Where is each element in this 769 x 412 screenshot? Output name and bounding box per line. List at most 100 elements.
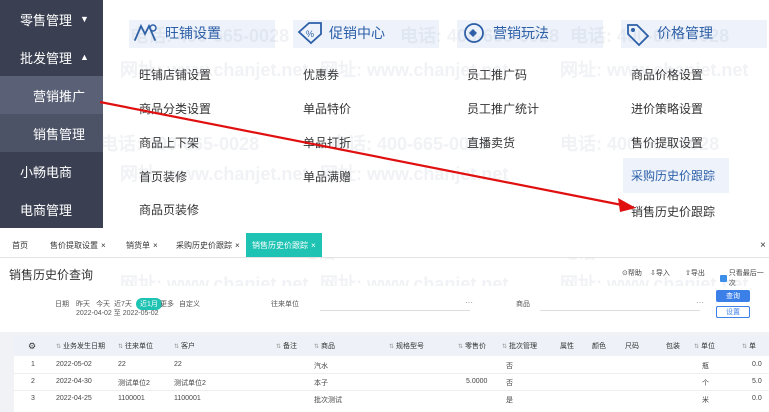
table-header: ⚙ ⇅ 业务发生日期 ⇅ 往来单位 ⇅ 客户 ⇅ 备注 ⇅ 商品 ⇅ 规格型号 ⇅ 零售价 ⇅… [14,336,769,356]
close-icon[interactable]: × [311,241,316,250]
col-label: 业务发生日期 [63,343,106,350]
nav-marketing-promotion[interactable]: 营销推广 [0,76,103,114]
partner-input[interactable] [320,310,470,311]
menu-item-shop-store-settings[interactable]: 旺铺店铺设置 [139,66,211,83]
cell-customer: 测试单位2 [174,380,206,387]
svg-text:%: % [306,29,314,39]
nav-xiaochang-ecommerce[interactable]: 小畅电商 [0,152,103,190]
menu-item-coupon[interactable]: 优惠券 [303,66,339,83]
col-customer[interactable]: ⇅ 客户 [174,336,195,356]
category-price-management: 价格管理 [623,18,713,48]
export-button[interactable]: ⇧ 导出 [685,268,705,278]
row-divider [14,373,769,374]
cell-partner: 1100001 [118,395,145,402]
menu-item-employee-promo-code[interactable]: 员工推广码 [467,66,527,83]
cell-batch: 否 [506,380,513,387]
category-label: 价格管理 [657,25,713,41]
nav-label: 批发管理 [20,50,73,66]
col-color[interactable]: 颜色 [592,336,606,356]
nav-ecommerce-management[interactable]: 电商管理 [0,190,103,228]
sort-icon: ⇅ [118,343,124,350]
close-icon[interactable]: × [153,241,158,250]
row-number: 3 [31,395,35,402]
help-button[interactable]: ⊙ 帮助 [622,268,642,278]
tab-sale-price-extract[interactable]: 售价提取设置 × [50,233,106,257]
col-retail-price[interactable]: ⇅ 零售价 [458,336,486,356]
col-product[interactable]: ⇅ 商品 [314,336,335,356]
menu-item-product-category-settings[interactable]: 商品分类设置 [139,100,211,117]
tab-purchase-price-history[interactable]: 采购历史价跟踪 × [176,233,240,257]
category-shop-settings: 旺铺设置 [131,18,221,48]
cell-date: 2022-04-25 [56,395,92,402]
product-lookup-icon[interactable]: ··· [696,298,704,307]
button-label: 帮助 [627,270,642,277]
cell-product: 本子 [314,380,328,387]
col-business-date[interactable]: ⇅ 业务发生日期 [56,336,105,356]
col-unit[interactable]: ⇅ 单位 [694,336,715,356]
tab-label: 销售历史价跟踪 [252,240,308,250]
menu-item-single-discount[interactable]: 单品打折 [303,134,351,151]
menu-item-employee-promo-stats[interactable]: 员工推广统计 [467,100,539,117]
partner-lookup-icon[interactable]: ··· [465,298,473,307]
window-close-icon[interactable]: × [760,233,766,257]
settings-gear-icon[interactable]: ⚙ [28,336,36,356]
date-option-more[interactable]: 更多 [160,299,174,309]
col-spec[interactable]: ⇅ 规格型号 [389,336,424,356]
cell-product: 批次测试 [314,397,342,404]
menu-item-product-price-settings[interactable]: 商品价格设置 [631,66,703,83]
close-icon[interactable]: × [235,241,240,250]
nav-retail-management[interactable]: 零售管理 ▼ [0,0,103,38]
sort-icon: ⇅ [458,343,464,350]
nav-label: 销售管理 [33,126,86,142]
menu-item-single-special-price[interactable]: 单品特价 [303,100,351,117]
tab-home[interactable]: 首页 [12,233,28,257]
button-label: 导入 [655,270,670,277]
tab-label: 首页 [12,240,28,250]
partner-filter-label: 往来单位 [271,301,299,308]
menu-item-product-shelving[interactable]: 商品上下架 [139,134,199,151]
category-label: 旺铺设置 [165,25,221,41]
menu-item-sale-price-extract[interactable]: 售价提取设置 [631,134,703,151]
cell-amount: 0.0 [752,395,762,402]
close-icon[interactable]: × [101,241,106,250]
product-input[interactable] [540,310,700,311]
col-partner[interactable]: ⇅ 往来单位 [118,336,153,356]
marketing-play-icon [464,23,484,43]
col-label: 零售价 [465,343,487,350]
marketing-mega-menu: 旺铺设置 % 促销中心 营销玩法 价格管理 旺铺店铺设置 商品分类设置 商品上下… [103,0,769,228]
menu-item-homepage-decoration[interactable]: 首页装修 [139,168,187,185]
import-button[interactable]: ⇩ 导入 [650,268,670,278]
col-label: 批次管理 [509,343,538,350]
col-package[interactable]: 包装 [666,336,680,356]
menu-item-sales-price-history[interactable]: 销售历史价跟踪 [631,203,715,220]
settings-button[interactable]: 设置 [716,306,750,318]
col-size[interactable]: 尺码 [625,336,639,356]
col-more[interactable]: ⇅ 单 [742,336,756,356]
menu-item-single-gift[interactable]: 单品满赠 [303,168,351,185]
checkbox-label: 只看最后一次 [728,270,764,287]
tab-bar: 首页 售价提取设置 × 销货单 × 采购历史价跟踪 × 销售历史价跟踪 × × [0,233,769,258]
menu-item-product-page-decoration[interactable]: 商品页装修 [139,201,199,218]
cell-unit: 个 [702,380,709,387]
nav-sales-management[interactable]: 销售管理 [0,114,103,152]
col-remark[interactable]: ⇅ 备注 [276,336,297,356]
nav-label: 电商管理 [20,202,73,218]
col-label: 规格型号 [396,343,425,350]
query-button[interactable]: 查询 [716,290,750,302]
menu-item-purchase-price-history[interactable]: 采购历史价跟踪 [623,158,730,193]
tab-sales-price-history[interactable]: 销售历史价跟踪 × [246,233,322,257]
date-option-custom[interactable]: 自定义 [179,299,200,309]
row-number: 2 [31,378,35,385]
latest-only-checkbox[interactable]: 只看最后一次 [720,268,769,288]
tab-sales-order[interactable]: 销货单 × [126,233,158,257]
caret-down-icon: ▼ [80,14,89,24]
cell-partner: 测试单位2 [118,380,150,387]
date-range-value: 2022-04-02 至 2022-05-02 [76,310,159,317]
menu-item-live-selling[interactable]: 直播卖货 [467,134,515,151]
menu-item-purchase-price-strategy[interactable]: 进价策略设置 [631,100,703,117]
checkbox-checked-icon [720,274,727,282]
nav-wholesale-management[interactable]: 批发管理 ▲ [0,38,103,76]
col-attribute[interactable]: 属性 [560,336,574,356]
cell-retail-price: 5.0000 [466,378,488,385]
col-batch[interactable]: ⇅ 批次管理 [502,336,537,356]
